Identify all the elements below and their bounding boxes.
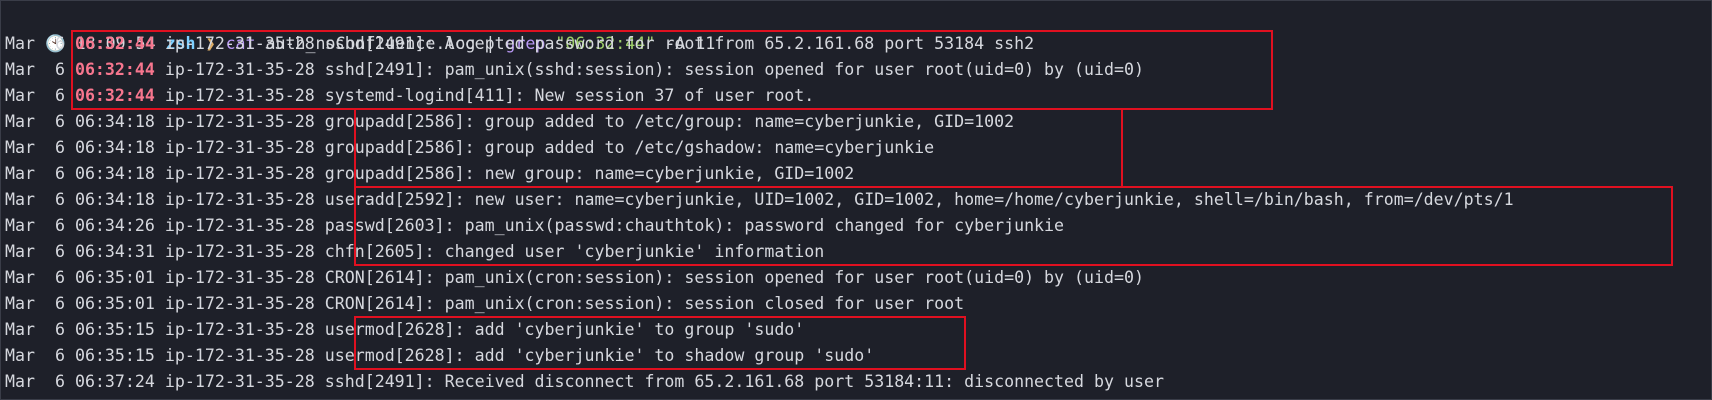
log-date: Mar 6 (5, 34, 65, 53)
log-host: ip-172-31-35-28 (164, 164, 315, 183)
log-time: 06:35:15 (74, 320, 155, 339)
log-host: ip-172-31-35-28 (164, 242, 315, 261)
log-date: Mar 6 (5, 294, 65, 313)
log-time: 06:34:18 (74, 190, 155, 209)
log-date: Mar 6 (5, 320, 65, 339)
log-host: ip-172-31-35-28 (164, 372, 315, 391)
annotation-box-groupadd (354, 108, 1123, 188)
log-time: 06:35:01 (74, 268, 155, 287)
prompt-line: 🕙 18:09:54 zsh ❯ cat auth_noConfluence.l… (5, 5, 715, 53)
log-host: ip-172-31-35-28 (164, 112, 315, 131)
log-date: Mar 6 (5, 268, 65, 287)
log-host: ip-172-31-35-28 (164, 268, 315, 287)
log-date: Mar 6 (5, 86, 65, 105)
log-host: ip-172-31-35-28 (164, 346, 315, 365)
log-message: sshd[2491]: Received disconnect from 65.… (324, 372, 1164, 391)
log-time: 06:34:31 (74, 242, 155, 261)
annotation-box-useradd (354, 186, 1673, 266)
log-date: Mar 6 (5, 112, 65, 131)
log-time: 06:37:24 (74, 372, 155, 391)
log-time: 06:35:01 (74, 294, 155, 313)
log-host: ip-172-31-35-28 (164, 190, 315, 209)
log-host: ip-172-31-35-28 (164, 216, 315, 235)
log-date: Mar 6 (5, 138, 65, 157)
log-message: CRON[2614]: pam_unix(cron:session): sess… (324, 268, 1144, 287)
annotation-box-usermod (354, 316, 966, 370)
log-host: ip-172-31-35-28 (164, 320, 315, 339)
terminal-window[interactable]: 🕙 18:09:54 zsh ❯ cat auth_noConfluence.l… (0, 0, 1712, 400)
log-time: 06:35:15 (74, 346, 155, 365)
log-time: 06:34:18 (74, 164, 155, 183)
log-date: Mar 6 (5, 164, 65, 183)
log-time: 06:34:18 (74, 112, 155, 131)
log-line: Mar 6 06:35:01 ip-172-31-35-28 CRON[2614… (5, 265, 1144, 291)
log-host: ip-172-31-35-28 (164, 294, 315, 313)
log-time: 06:34:26 (74, 216, 155, 235)
log-line: Mar 6 06:37:24 ip-172-31-35-28 sshd[2491… (5, 369, 1164, 395)
log-time: 06:34:18 (74, 138, 155, 157)
log-line: Mar 6 06:35:01 ip-172-31-35-28 CRON[2614… (5, 291, 964, 317)
log-date: Mar 6 (5, 242, 65, 261)
annotation-box-ssh-login (71, 30, 1273, 110)
log-date: Mar 6 (5, 190, 65, 209)
log-message: CRON[2614]: pam_unix(cron:session): sess… (324, 294, 965, 313)
log-date: Mar 6 (5, 346, 65, 365)
log-date: Mar 6 (5, 372, 65, 391)
log-date: Mar 6 (5, 216, 65, 235)
log-date: Mar 6 (5, 60, 65, 79)
log-host: ip-172-31-35-28 (164, 138, 315, 157)
